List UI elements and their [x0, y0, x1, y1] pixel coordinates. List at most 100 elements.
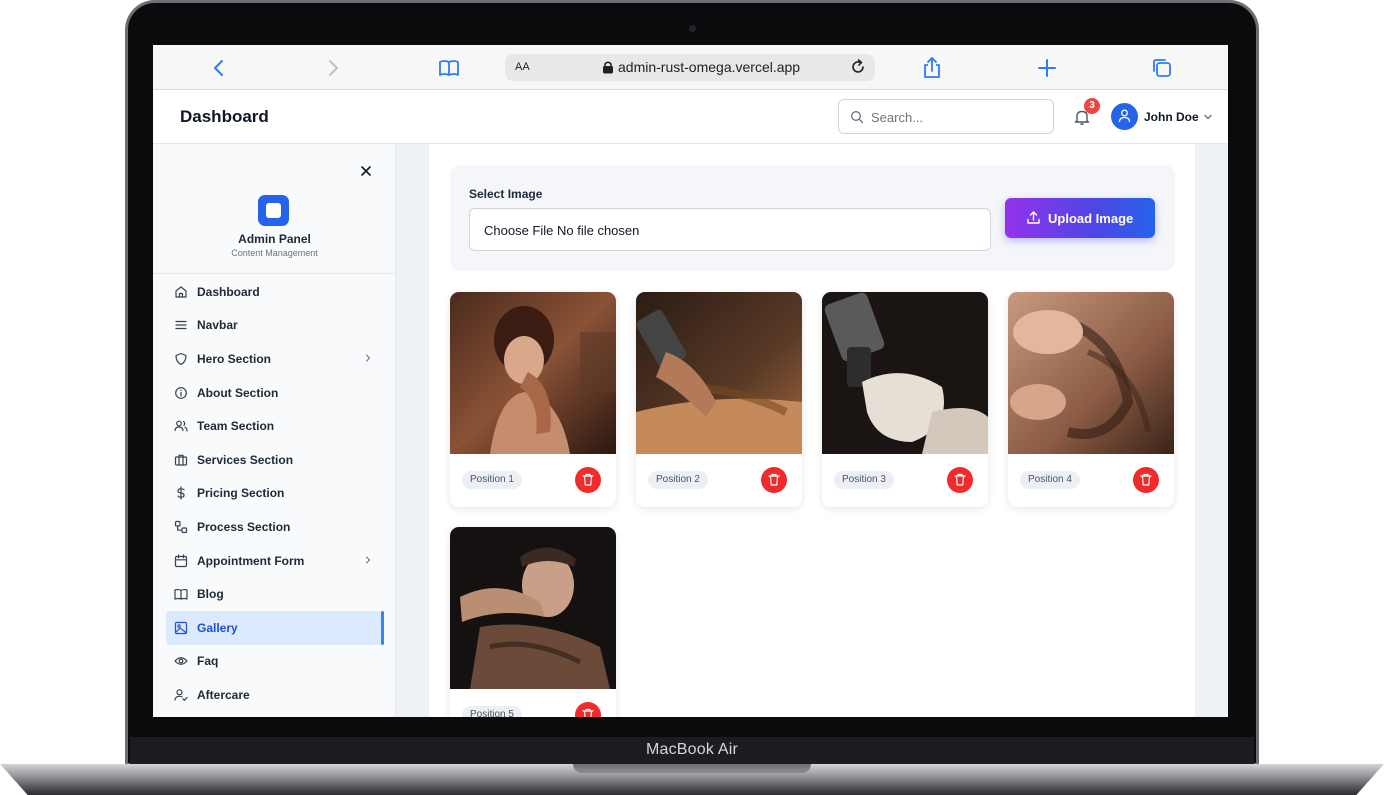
gallery-image — [450, 527, 616, 689]
chevron-down-icon[interactable] — [1202, 111, 1214, 123]
gallery-card: Position 5 — [450, 527, 616, 717]
sidebar-item-label: Navbar — [197, 318, 238, 333]
search-input[interactable] — [871, 106, 1047, 128]
sidebar-item-label: Faq — [197, 654, 219, 669]
user-icon — [1118, 109, 1131, 123]
tabs-icon[interactable] — [1150, 56, 1174, 80]
laptop-chin: MacBook Air — [130, 737, 1254, 766]
sidebar-item-label: Appointment Form — [197, 553, 305, 568]
position-badge: Position 1 — [462, 471, 522, 489]
gallery-image — [450, 292, 616, 454]
sidebar: Admin Panel Content Management Dashboard… — [153, 144, 396, 717]
gallery-image — [1008, 292, 1174, 454]
search-icon — [851, 111, 864, 124]
sidebar-item-label: Services Section — [197, 452, 294, 467]
notification-badge: 3 — [1084, 98, 1100, 114]
text-size-button[interactable]: AA — [515, 61, 530, 73]
delete-button[interactable] — [575, 702, 601, 717]
close-icon[interactable] — [360, 165, 372, 177]
lock-icon — [603, 61, 613, 74]
sidebar-item-label: Hero Section — [197, 351, 272, 366]
browser-toolbar: AA admin-rust-omega.vercel.app — [153, 45, 1228, 90]
sidebar-item-navbar[interactable]: Navbar — [166, 309, 383, 343]
share-icon[interactable] — [920, 56, 944, 80]
page-title: Dashboard — [180, 107, 269, 126]
brand-logo — [258, 195, 289, 226]
sidebar-item-label: Gallery — [197, 620, 238, 635]
upload-box: Select Image Choose File No file chosen … — [450, 165, 1175, 271]
process-icon — [174, 520, 188, 534]
url-text: admin-rust-omega.vercel.app — [618, 59, 801, 75]
gallery-card: Position 4 — [1008, 292, 1174, 507]
sidebar-item-label: Process Section — [197, 519, 291, 534]
menu-icon — [175, 321, 187, 330]
file-input[interactable]: Choose File No file chosen — [469, 208, 991, 251]
sidebar-item-services-section[interactable]: Services Section — [166, 443, 383, 477]
position-badge: Position 2 — [648, 471, 708, 489]
sidebar-item-blog[interactable]: Blog — [166, 577, 383, 611]
trash-icon — [1140, 473, 1152, 486]
trash-icon — [768, 473, 780, 486]
forward-icon[interactable] — [321, 56, 345, 80]
sidebar-divider — [153, 273, 396, 274]
url-field[interactable]: AA admin-rust-omega.vercel.app — [505, 54, 875, 81]
reload-icon[interactable] — [849, 58, 867, 76]
search-box[interactable] — [838, 99, 1054, 134]
delete-button[interactable] — [575, 467, 601, 493]
back-icon[interactable] — [207, 56, 231, 80]
sidebar-item-gallery[interactable]: Gallery — [166, 610, 384, 645]
info-icon — [175, 386, 187, 399]
upload-button-label: Upload Image — [1048, 211, 1134, 226]
gallery-image — [636, 292, 802, 454]
sidebar-item-label: Blog — [197, 587, 224, 602]
trash-icon — [954, 473, 966, 486]
gallery-card: Position 2 — [636, 292, 802, 507]
sidebar-item-label: Pricing Section — [197, 486, 285, 501]
sidebar-item-process-section[interactable]: Process Section — [166, 510, 383, 544]
delete-button[interactable] — [1133, 467, 1159, 493]
sidebar-item-dashboard[interactable]: Dashboard — [166, 275, 383, 309]
upload-image-button[interactable]: Upload Image — [1005, 198, 1155, 238]
position-badge: Position 3 — [834, 471, 894, 489]
laptop-notch — [573, 764, 811, 773]
sidebar-item-faq[interactable]: Faq — [166, 645, 383, 679]
brand-subtitle: Content Management — [231, 248, 318, 258]
delete-button[interactable] — [947, 467, 973, 493]
briefcase-icon — [174, 454, 188, 466]
sidebar-item-about-section[interactable]: About Section — [166, 376, 383, 410]
select-image-label: Select Image — [469, 187, 543, 201]
eye-icon — [174, 657, 188, 666]
image-icon — [174, 621, 188, 634]
camera-dot — [689, 25, 696, 32]
chevron-right-icon — [365, 354, 371, 362]
device-label: MacBook Air — [645, 741, 738, 758]
upload-icon — [1027, 211, 1040, 224]
sidebar-item-appointment-form[interactable]: Appointment Form — [166, 544, 383, 578]
delete-button[interactable] — [761, 467, 787, 493]
gallery-image — [822, 292, 988, 454]
brand-name: Admin Panel — [238, 232, 311, 246]
new-tab-icon[interactable] — [1035, 56, 1059, 80]
calendar-icon — [174, 553, 188, 567]
file-input-text: Choose File No file chosen — [484, 223, 640, 238]
user-name[interactable]: John Doe — [1144, 110, 1199, 124]
book-icon — [174, 589, 188, 600]
bookmarks-icon[interactable] — [437, 56, 461, 80]
sidebar-item-aftercare[interactable]: Aftercare — [166, 678, 383, 712]
position-badge: Position 4 — [1020, 471, 1080, 489]
trash-icon — [582, 473, 594, 486]
sidebar-item-pricing-section[interactable]: Pricing Section — [166, 477, 383, 511]
home-icon — [175, 286, 187, 298]
sidebar-item-hero-section[interactable]: Hero Section — [166, 342, 383, 376]
gallery-card: Position 1 — [450, 292, 616, 507]
position-badge: Position 5 — [462, 706, 522, 717]
sidebar-item-team-section[interactable]: Team Section — [166, 409, 383, 443]
gallery-card: Position 3 — [822, 292, 988, 507]
shield-icon — [175, 352, 187, 366]
sidebar-nav: Dashboard Navbar Hero Section About Sect… — [166, 275, 384, 712]
avatar[interactable] — [1111, 103, 1138, 130]
sidebar-item-label: Dashboard — [197, 284, 260, 299]
users-icon — [174, 420, 188, 432]
screen: AA admin-rust-omega.vercel.app Dashboard… — [153, 45, 1228, 717]
dollar-icon — [177, 486, 185, 500]
